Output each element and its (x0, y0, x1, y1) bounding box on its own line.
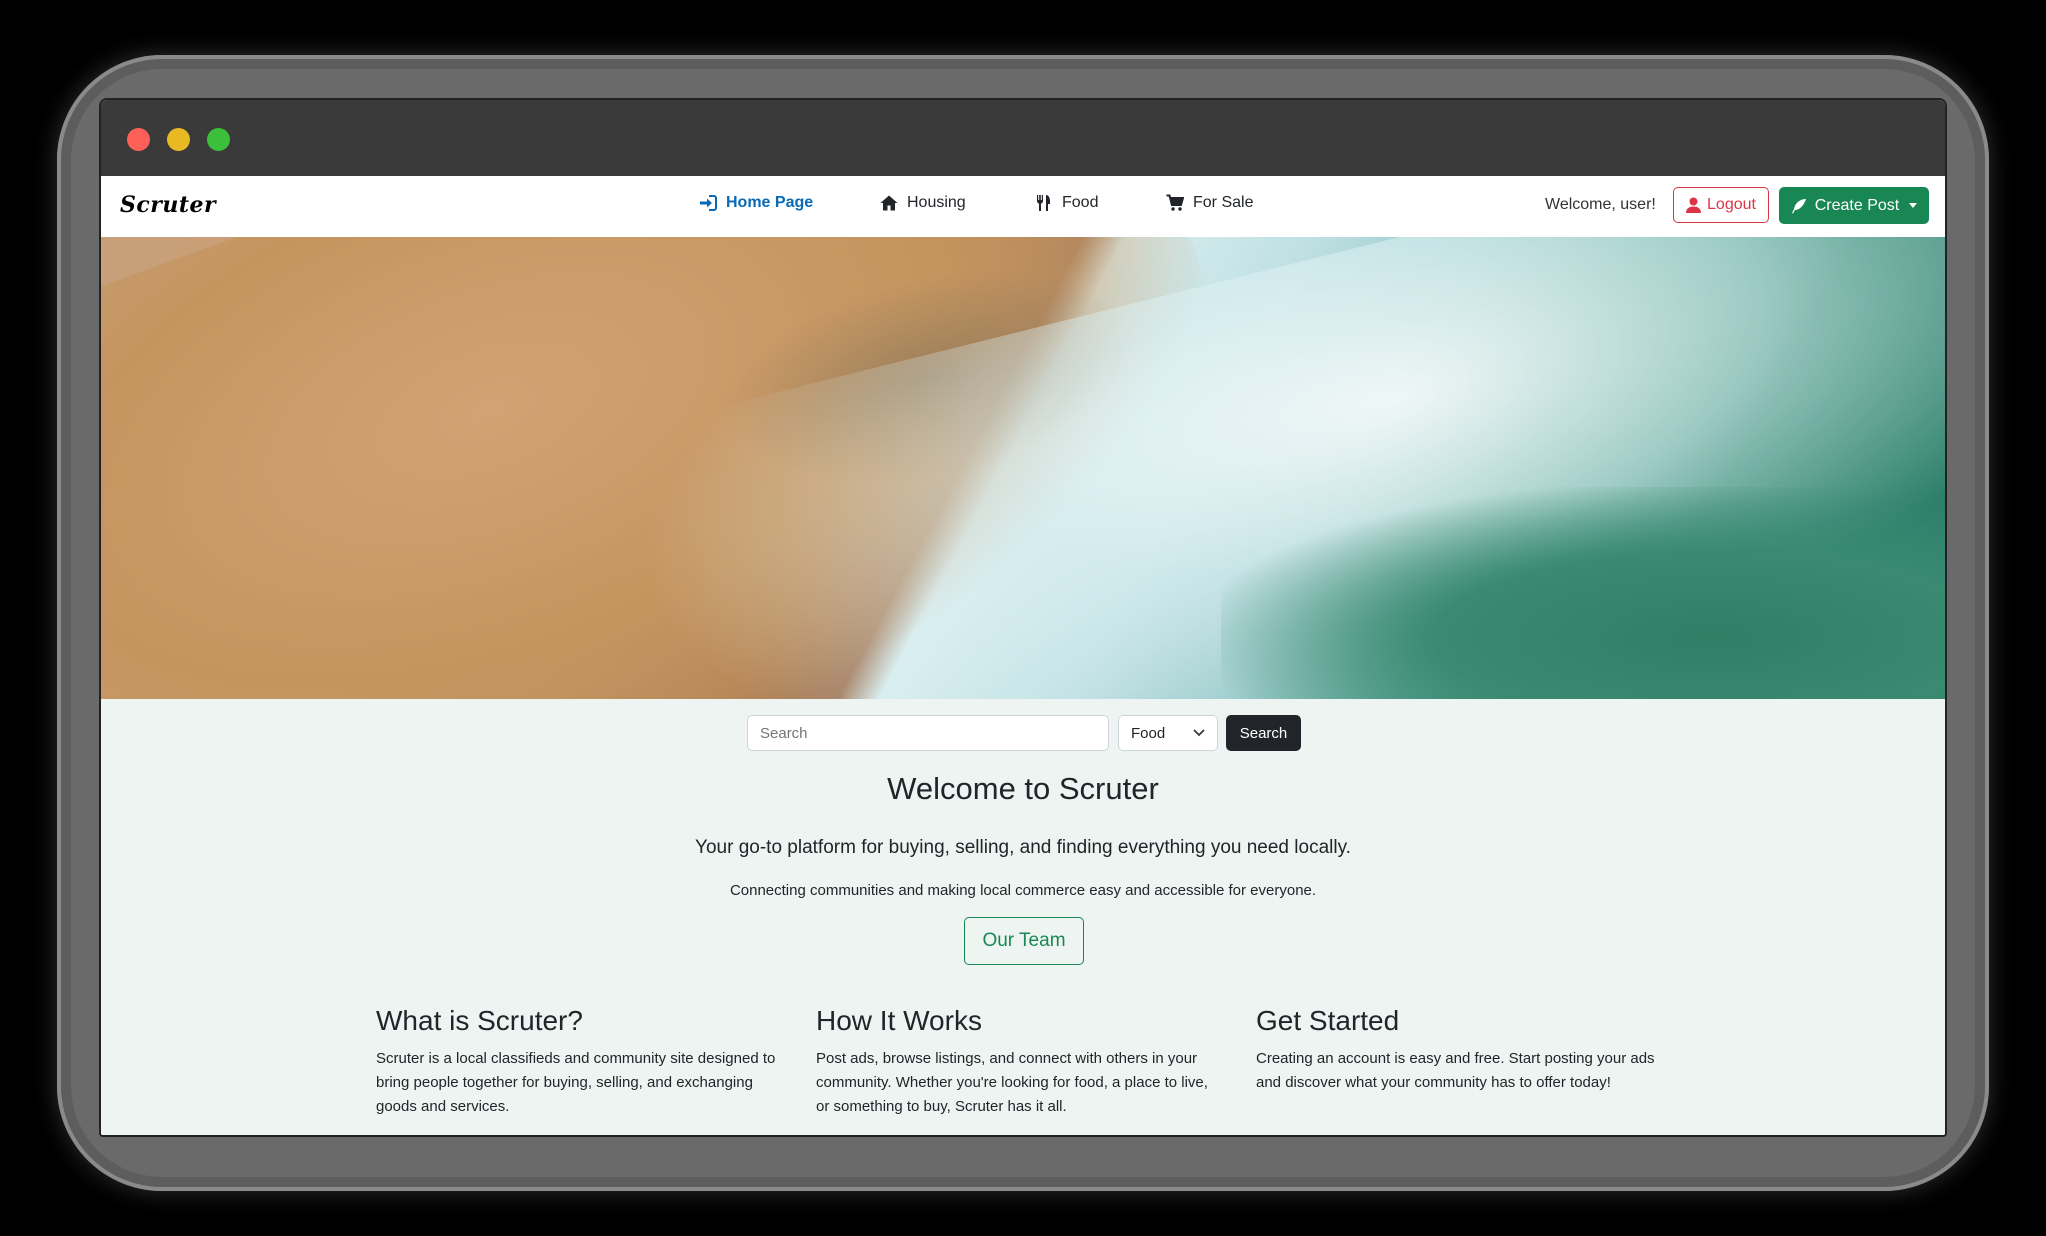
nav-for-sale-label: For Sale (1193, 194, 1254, 211)
sub-text: Connecting communities and making local … (729, 882, 1317, 899)
utensils-icon (1037, 195, 1050, 211)
search-input[interactable] (747, 715, 1109, 751)
feature-text: Scruter is a local classifieds and commu… (376, 1050, 776, 1115)
logout-label: Logout (1707, 196, 1756, 213)
navbar: Scruter Home Page Housing Food For Sale … (101, 176, 1945, 238)
our-team-button[interactable]: Our Team (964, 917, 1084, 965)
chevron-down-icon (1193, 729, 1205, 737)
search-button[interactable]: Search (1226, 715, 1301, 751)
feature-title: What is Scruter? (376, 1005, 583, 1036)
nav-housing[interactable]: Housing (880, 194, 966, 212)
user-icon (1686, 197, 1702, 213)
feature-what-is: What is Scruter? Scruter is a local clas… (376, 1005, 776, 1119)
page-title: Welcome to Scruter (887, 771, 1159, 806)
nav-home-page[interactable]: Home Page (699, 194, 813, 212)
feature-how-it-works: How It Works Post ads, browse listings, … (816, 1005, 1216, 1119)
window-titlebar (101, 100, 1945, 176)
feather-pen-icon (1791, 198, 1806, 213)
minimize-window-button[interactable] (167, 128, 190, 151)
nav-food[interactable]: Food (1035, 194, 1098, 212)
category-select[interactable]: Food (1118, 715, 1218, 751)
feature-get-started: Get Started Creating an account is easy … (1256, 1005, 1656, 1095)
nav-for-sale[interactable]: For Sale (1166, 194, 1253, 212)
hero-water-layer (1221, 487, 1945, 699)
main-content: Food Search Welcome to Scruter Your go-t… (101, 699, 1945, 1135)
feature-text: Post ads, browse listings, and connect w… (816, 1050, 1208, 1115)
maximize-window-button[interactable] (207, 128, 230, 151)
nav-home-page-label: Home Page (726, 194, 814, 211)
browser-window: Scruter Home Page Housing Food For Sale … (101, 100, 1945, 1135)
lead-text: Your go-to platform for buying, selling,… (695, 837, 1351, 858)
hero-image (101, 237, 1945, 699)
feature-text: Creating an account is easy and free. St… (1256, 1050, 1655, 1091)
feature-title: How It Works (816, 1005, 982, 1036)
welcome-text: Welcome, user! (1545, 196, 1656, 213)
brand-logo[interactable]: Scruter (120, 192, 216, 218)
home-icon (880, 195, 898, 211)
logout-button[interactable]: Logout (1673, 187, 1769, 223)
nav-housing-label: Housing (907, 194, 966, 211)
feature-title: Get Started (1256, 1005, 1400, 1036)
sign-in-icon (700, 195, 717, 211)
close-window-button[interactable] (127, 128, 150, 151)
create-post-label: Create Post (1814, 196, 1900, 214)
create-post-button[interactable]: Create Post (1779, 187, 1929, 224)
cart-icon (1166, 194, 1184, 211)
nav-food-label: Food (1062, 194, 1099, 211)
chevron-down-icon (1909, 203, 1918, 208)
category-selected-value: Food (1131, 724, 1166, 742)
